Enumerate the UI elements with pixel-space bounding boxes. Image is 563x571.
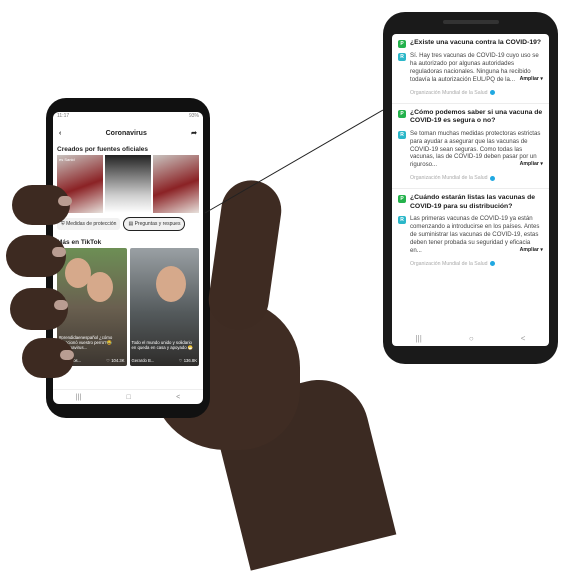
question-badge: P xyxy=(398,109,406,118)
answer-text: Las primeras vacunas de COVID-19 ya está… xyxy=(410,215,543,255)
question-text: ¿Existe una vacuna contra la COVID-19? xyxy=(410,39,542,46)
question-text: ¿Cómo podemos saber si una vacuna de COV… xyxy=(410,108,543,125)
qa-item[interactable]: P ¿Existe una vacuna contra la COVID-19?… xyxy=(392,34,549,104)
answer-row: R Sí. Hay tres vacunas de COVID-19 cuyo … xyxy=(398,52,543,84)
speaker-grille xyxy=(443,20,499,24)
source-line: Organización Mundial de la Salud xyxy=(398,84,543,100)
expand-link[interactable]: Ampliar ▾ xyxy=(520,161,543,168)
question-text: ¿Cuándo estarán listas las vacunas de CO… xyxy=(410,194,536,210)
question-badge: P xyxy=(398,40,406,48)
question-row: P ¿Existe una vacuna contra la COVID-19? xyxy=(398,39,543,48)
verified-icon xyxy=(489,90,495,96)
answer-text: Sí. Hay tres vacunas de COVID-19 cuyo us… xyxy=(410,52,543,84)
home-icon[interactable]: ○ xyxy=(469,334,474,343)
right-phone-screen: P ¿Existe una vacuna contra la COVID-19?… xyxy=(392,34,549,346)
answer-badge: R xyxy=(398,53,406,61)
verified-icon xyxy=(489,261,495,267)
source-name: Organización Mundial de la Salud xyxy=(410,89,488,96)
qa-item[interactable]: P ¿Cuándo estarán listas las vacunas de … xyxy=(392,189,549,274)
answer-badge: R xyxy=(398,216,406,225)
source-line: Organización Mundial de la Salud xyxy=(398,169,543,185)
answer-row: R Las primeras vacunas de COVID-19 ya es… xyxy=(398,215,543,255)
question-row: P ¿Cuándo estarán listas las vacunas de … xyxy=(398,194,543,211)
expand-link[interactable]: Ampliar ▾ xyxy=(520,76,543,83)
scene: 11:17 93% ‹ Coronavirus ➦ Creados por fu… xyxy=(0,0,563,571)
back-nav-icon[interactable]: < xyxy=(521,334,526,343)
question-badge: P xyxy=(398,195,406,204)
recent-apps-icon[interactable]: ||| xyxy=(416,334,422,343)
zoom-connector-line xyxy=(204,109,384,214)
source-name: Organización Mundial de la Salud xyxy=(410,175,488,182)
question-row: P ¿Cómo podemos saber si una vacuna de C… xyxy=(398,109,543,126)
right-phone: P ¿Existe una vacuna contra la COVID-19?… xyxy=(383,12,558,364)
expand-link[interactable]: Ampliar ▾ xyxy=(520,247,543,254)
expand-label: Ampliar xyxy=(519,161,539,168)
verified-icon xyxy=(489,175,495,181)
answer-row: R Se toman muchas medidas protectoras es… xyxy=(398,130,543,170)
answer-badge: R xyxy=(398,130,406,139)
source-line: Organización Mundial de la Salud xyxy=(398,255,543,271)
source-name: Organización Mundial de la Salud xyxy=(410,260,488,267)
nav-bar: ||| ○ < xyxy=(392,330,549,346)
expand-label: Ampliar xyxy=(519,75,539,82)
qa-item[interactable]: P ¿Cómo podemos saber si una vacuna de C… xyxy=(392,104,549,190)
answer-text: Se toman muchas medidas protectoras estr… xyxy=(410,130,543,170)
expand-label: Ampliar xyxy=(519,246,539,253)
